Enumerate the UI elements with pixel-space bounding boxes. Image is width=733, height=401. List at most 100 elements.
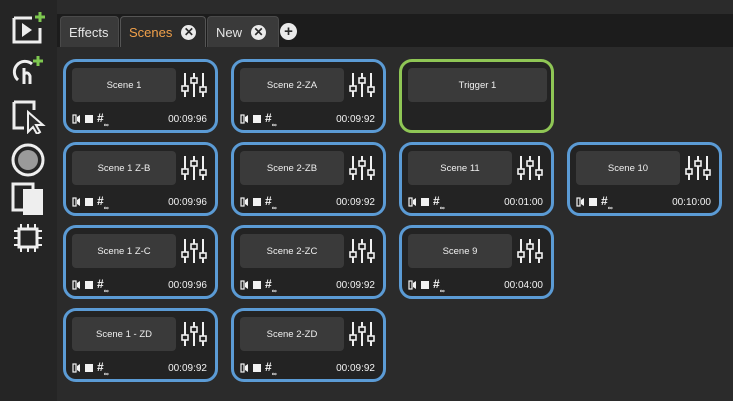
scene-footer: #∞ 00:09:92 [240,276,375,296]
audio-icon [240,114,250,124]
scene-card[interactable]: Scene 10 #∞ 00:10:00 [567,142,722,216]
mixer-settings-icon[interactable] [517,154,543,182]
loop-count-icon: #∞ [601,193,613,213]
close-tab-icon[interactable]: ✕ [181,24,197,40]
scene-duration: 00:01:00 [504,196,543,208]
scene-name: Scene 1 - ZD [72,317,176,351]
tab-bar: Effects Scenes ✕ New ✕ + [57,14,733,47]
scene-editor-window: Effects Scenes ✕ New ✕ + Scene 1 #∞ 00:09:… [0,0,733,401]
scene-footer: #∞ 00:09:92 [240,360,375,378]
scene-duration: 00:09:92 [336,362,375,374]
scene-duration: 00:09:96 [168,279,207,291]
mixer-settings-icon[interactable] [181,71,207,99]
scene-card[interactable]: Scene 11 #∞ 00:01:00 [399,142,554,216]
scene-duration: 00:04:00 [504,279,543,291]
stop-icon [253,281,261,289]
loop-count-icon: #∞ [265,193,277,213]
add-trigger-button[interactable] [10,54,46,90]
scene-card[interactable]: Scene 2-ZD #∞ 00:09:92 [231,308,386,382]
close-tab-icon[interactable]: ✕ [251,24,267,40]
loop-count-icon: #∞ [97,110,109,130]
tab-new[interactable]: New ✕ [207,16,279,47]
record-icon [11,143,45,177]
scene-card[interactable]: Scene 1 Z-C #∞ 00:09:96 [63,225,218,299]
scene-card[interactable]: Scene 2-ZC #∞ 00:09:92 [231,225,386,299]
loop-count-icon: #∞ [433,193,445,213]
scene-name: Scene 1 Z-B [72,151,176,185]
loop-count-icon: #∞ [433,276,445,296]
audio-icon [408,197,418,207]
audio-icon [72,363,82,373]
scene-name: Scene 1 [72,68,176,102]
stop-icon [85,281,93,289]
audio-icon [240,280,250,290]
tab-effects[interactable]: Effects [60,16,119,47]
add-scene-button[interactable] [10,10,46,46]
mixer-settings-icon[interactable] [349,320,375,348]
select-icon [12,100,46,134]
audio-icon [576,197,586,207]
stop-icon [85,115,93,123]
scene-grid: Scene 1 #∞ 00:09:96 Scene 2-ZA #∞ 00:09:92 Tri… [57,47,733,401]
tab-effects-label: Effects [69,24,109,40]
record-button[interactable] [10,142,46,178]
mixer-settings-icon[interactable] [349,71,375,99]
scene-name: Scene 9 [408,234,512,268]
tab-scenes-label: Scenes [129,24,173,40]
mixer-settings-icon[interactable] [181,154,207,182]
scene-duration: 00:10:00 [672,196,711,208]
scene-footer: #∞ 00:09:96 [72,110,207,130]
scene-card[interactable]: Scene 1 #∞ 00:09:96 [63,59,218,133]
audio-icon [408,280,418,290]
loop-count-icon: #∞ [97,276,109,296]
scene-footer: #∞ 00:01:00 [408,193,543,213]
scene-duration: 00:09:96 [168,113,207,125]
mixer-settings-icon[interactable] [181,320,207,348]
audio-icon [72,197,82,207]
duplicate-button[interactable] [10,181,46,217]
audio-icon [240,363,250,373]
scene-footer: #∞ 00:04:00 [408,276,543,296]
scene-name: Scene 10 [576,151,680,185]
scene-duration: 00:09:92 [336,279,375,291]
mixer-settings-icon[interactable] [349,237,375,265]
stop-icon [253,364,261,372]
stop-icon [421,198,429,206]
scene-card[interactable]: Scene 2-ZA #∞ 00:09:92 [231,59,386,133]
scene-name: Scene 2-ZC [240,234,344,268]
add-trigger-icon [12,56,43,84]
scene-footer: #∞ 00:09:92 [240,193,375,213]
select-tool-button[interactable] [10,98,46,134]
audio-icon [72,280,82,290]
audio-icon [240,197,250,207]
loop-count-icon: #∞ [265,276,277,296]
scene-footer: #∞ 00:09:92 [240,110,375,130]
stop-icon [85,198,93,206]
mixer-settings-icon[interactable] [349,154,375,182]
scene-card[interactable]: Scene 1 - ZD #∞ 00:09:92 [63,308,218,382]
loop-count-icon: #∞ [265,110,277,130]
loop-count-icon: #∞ [97,359,109,379]
scene-duration: 00:09:92 [336,113,375,125]
scene-name: Scene 2-ZD [240,317,344,351]
scene-card[interactable]: Scene 9 #∞ 00:04:00 [399,225,554,299]
select-all-button[interactable] [10,220,46,256]
scene-card[interactable]: Scene 1 Z-B #∞ 00:09:96 [63,142,218,216]
mixer-settings-icon[interactable] [685,154,711,182]
mixer-settings-icon[interactable] [181,237,207,265]
left-toolbar [0,0,57,401]
mixer-settings-icon[interactable] [517,237,543,265]
scene-footer: #∞ 00:10:00 [576,193,711,213]
add-tab-icon[interactable]: + [280,23,297,40]
trigger-card[interactable]: Trigger 1 [399,59,554,133]
scene-name: Scene 2-ZB [240,151,344,185]
scene-name: Scene 11 [408,151,512,185]
tab-scenes[interactable]: Scenes ✕ [120,16,206,47]
scene-duration: 00:09:96 [168,196,207,208]
scene-card[interactable]: Scene 2-ZB #∞ 00:09:92 [231,142,386,216]
scene-name: Trigger 1 [408,68,547,102]
select-all-icon [14,224,42,252]
scene-footer: #∞ 00:09:96 [72,194,207,212]
stop-icon [589,198,597,206]
stop-icon [253,115,261,123]
